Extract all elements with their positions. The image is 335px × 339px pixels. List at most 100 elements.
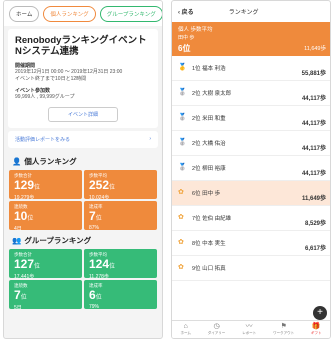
nav-label: ワークアウト [273,331,295,335]
tile-unit: 位 [95,294,102,301]
medal-icon: 🥈 [178,89,187,96]
tile-rank: 127 [14,256,35,271]
participants-value: 99,999人 , 99,999グループ [15,94,75,100]
tile-rank: 7 [14,287,21,302]
nav-home[interactable]: ⌂ ホーム [180,323,190,336]
tab-home[interactable]: ホーム [9,6,40,22]
medal-icon: ✿ [178,264,184,271]
ranking-row[interactable]: ✿ 9位 山口 拓真 [172,256,330,281]
tile-unit: 位 [95,215,102,222]
medal-icon: ✿ [178,189,184,196]
nav-workout[interactable]: ⚑ ワークアウト [273,323,294,336]
tile-rank: 7 [89,208,96,223]
add-button[interactable]: + [313,306,327,320]
home-icon: ⌂ [183,323,188,330]
tile-value: 10,024歩 [89,194,110,201]
back-button[interactable]: ‹ 戻る [178,7,194,16]
ranking-row[interactable]: ✿ 7位 佐伯 由紀雄 8,529歩 [172,206,330,231]
group-tile-achievement[interactable]: 達成率 6位 79% [84,279,157,310]
tile-unit: 位 [34,263,41,270]
my-steps: 11,649歩 [304,46,326,52]
my-rank-header: 個人 歩数平均 田中 歩 6位 11,649歩 [172,22,330,56]
participants-label: イベント参加数 [15,88,51,94]
my-name: 田中 歩 [178,35,195,41]
tab-group-ranking[interactable]: グループランキング [99,6,162,22]
nav-diary[interactable]: ◷ ダイアリー [208,323,226,336]
report-link[interactable]: 活動評価レポートをみる › [8,130,158,148]
tile-label: 歩数合計 [14,251,32,257]
personal-tile-achievement[interactable]: 達成率 7位 87% [84,200,157,231]
nav-bar: ‹ 戻る ランキング [172,1,330,22]
tile-value: 17,441歩 [14,273,35,280]
ranking-name: 7位 佐伯 由紀雄 [192,216,232,222]
period-label: 開催期間 [15,63,36,69]
ranking-row[interactable]: ✿ 6位 田中 歩 11,649歩 [172,181,330,206]
tile-value: 19,279歩 [14,194,35,201]
tile-label: 連続数 [14,282,28,288]
tile-rank: 6 [89,287,96,302]
ranking-screen: ‹ 戻る ランキング 個人 歩数平均 田中 歩 6位 11,649歩 🥇 1位 福… [171,0,331,339]
my-rank: 6位 [178,44,191,53]
ranking-name: 2位 大樹 泉太郎 [192,91,232,97]
tile-unit: 位 [27,215,34,222]
ranking-row[interactable]: ✿ 8位 中本 実生 6,617歩 [172,231,330,256]
ranking-name: 8位 中本 実生 [192,241,226,247]
event-status: イベント終了まで10日と12時間 [15,75,87,82]
medal-icon: 🥈 [178,164,187,171]
group-tile-steps-total[interactable]: 歩数合計 127位 17,441歩 [9,248,82,280]
tile-unit: 位 [109,184,116,191]
nav-gift[interactable]: 🎁 ギフト [311,323,322,336]
medal-icon: 🥈 [178,139,187,146]
page-title: ランキング [228,10,259,16]
tile-value: 87% [89,224,100,231]
ranking-steps: 44,117歩 [301,96,326,102]
personal-ranking-title: 個人ランキング [24,156,77,166]
tile-label: 達成率 [89,282,103,288]
tile-label: 歩数平均 [89,251,107,257]
tile-value: 4日 [14,225,22,232]
tile-label: 歩数合計 [14,172,32,178]
ranking-row[interactable]: 🥈 2位 大樹 泉太郎 44,117歩 [172,81,330,106]
personal-tile-streak[interactable]: 連続数 10位 4日 [9,200,82,232]
personal-tile-steps-avg[interactable]: 歩数平均 252位 10,024歩 [84,169,157,201]
tile-label: 達成率 [89,203,103,209]
ranking-name: 2位 柳田 裕康 [192,166,226,172]
tile-rank: 252 [89,177,110,192]
home-screen: ホーム 個人ランキング グループランキング Renobodyランキングイベント … [3,0,163,339]
group-ranking-title: グループランキング [24,235,92,245]
ranking-row[interactable]: 🥈 2位 米田 和重 44,117歩 [172,106,330,131]
ranking-list: 🥇 1位 福本 利浩 55,881歩 🥈 2位 大樹 泉太郎 44,117歩 🥈 2位 米田 … [172,56,330,281]
medal-icon: 🥈 [178,114,187,121]
ranking-steps: 44,117歩 [301,171,326,177]
personal-tiles: 歩数合計 129位 19,279歩 歩数平均 252位 10,024歩 連続数 … [4,169,162,232]
ranking-row[interactable]: 🥈 2位 柳田 裕康 44,117歩 [172,156,330,181]
ranking-row[interactable]: 🥇 1位 福本 利浩 55,881歩 [172,56,330,81]
chevron-right-icon: › [149,135,151,142]
tab-personal-ranking[interactable]: 個人ランキング [43,6,96,22]
ranking-row[interactable]: 🥈 2位 大橋 佑治 44,117歩 [172,131,330,156]
nav-report[interactable]: 〰レポート [242,323,256,336]
event-detail-button[interactable]: イベント詳細 [48,106,118,122]
group-tile-streak[interactable]: 連続数 7位 5日 [9,279,82,311]
back-label: 戻る [181,10,194,16]
nav-label: ホーム [180,331,191,335]
nav-label: ダイアリー [207,331,226,335]
group-icon: 👥 [12,235,22,245]
clock-icon: ◷ [213,323,220,330]
event-card: Renobodyランキングイベント Nシステム連携 開催期間 2019年12月1… [8,29,158,128]
personal-tile-steps-total[interactable]: 歩数合計 129位 19,279歩 [9,169,82,201]
tile-unit: 位 [109,263,116,270]
tile-label: 歩数平均 [89,172,107,178]
tile-rank: 129 [14,177,35,192]
medal-icon: ✿ [178,239,184,246]
group-tile-steps-avg[interactable]: 歩数平均 124位 11,278歩 [84,248,157,280]
person-icon: 👤 [12,156,22,166]
ranking-name: 1位 福本 利浩 [192,66,226,72]
tile-label: 連続数 [14,203,28,209]
nav-label: レポート [242,331,257,335]
gift-icon: 🎁 [311,323,321,330]
ranking-steps: 44,117歩 [301,146,326,152]
bottom-nav: ⌂ ホーム ◷ ダイアリー 〰レポート ⚑ ワークアウト 🎁 ギフト [172,320,330,338]
ranking-steps: 8,529歩 [304,221,326,227]
tile-unit: 位 [34,184,41,191]
